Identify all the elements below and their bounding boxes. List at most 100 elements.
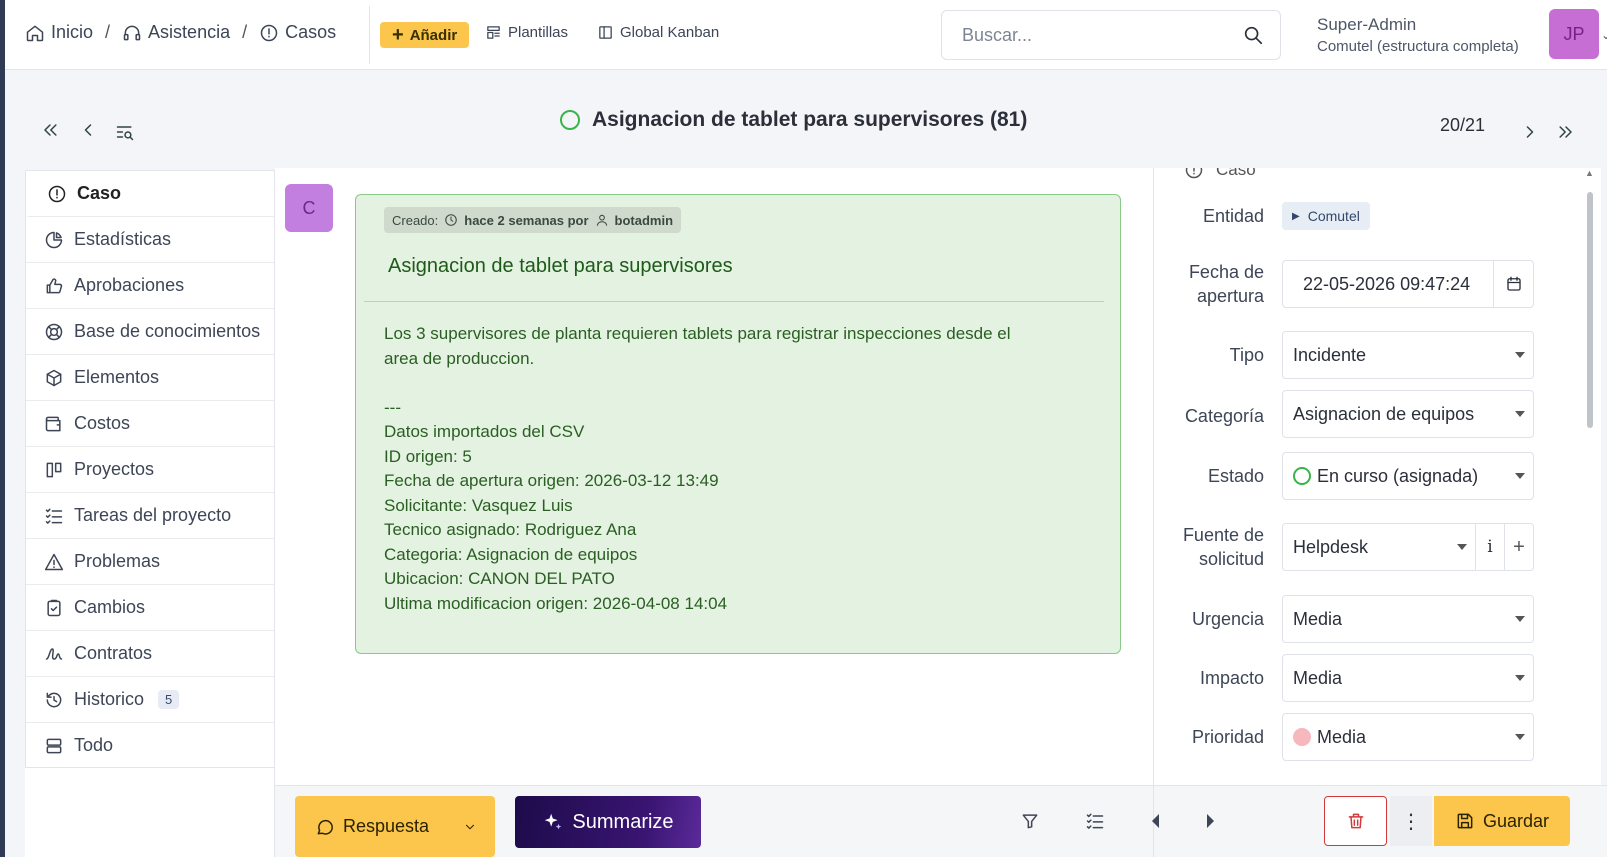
kanban-icon [599, 26, 612, 39]
columns-icon [46, 462, 62, 477]
form-scrollbar[interactable]: ▲ [1579, 168, 1601, 785]
avatar[interactable]: JP [1549, 9, 1599, 59]
source-add-button[interactable]: + [1504, 523, 1534, 571]
tab-label: Todo [74, 735, 114, 755]
history-icon [46, 692, 62, 707]
next-icon[interactable] [1205, 812, 1217, 830]
save-button[interactable]: Guardar [1434, 796, 1570, 846]
form-section-header[interactable]: Caso [1184, 168, 1256, 180]
pager-count: 20/21 [1440, 115, 1486, 135]
author-avatar: C [285, 184, 333, 232]
back-icon[interactable] [78, 120, 98, 140]
search-icon[interactable] [1242, 24, 1264, 46]
chevron-down-icon[interactable]: ⌄ [1601, 28, 1607, 42]
category-value: Asignacion de equipos [1293, 403, 1475, 424]
type-select[interactable]: Incidente [1282, 331, 1534, 379]
previous-icon[interactable] [1149, 812, 1161, 830]
divider [364, 301, 1104, 302]
breadcrumb-separator: / [242, 22, 248, 42]
open-date-field[interactable]: 22-05-2026 09:47:24 [1282, 260, 1534, 308]
tab-knowledge-base[interactable]: Base de conocimientos [26, 309, 274, 355]
top-bar: Inicio / Asistencia / Casos + Añadir Pla… [5, 0, 1607, 70]
checklist-icon[interactable] [1085, 811, 1105, 831]
scroll-up-icon[interactable]: ▲ [1585, 168, 1594, 178]
global-kanban-link[interactable]: Global Kanban [597, 24, 719, 41]
tab-approvals[interactable]: Aprobaciones [26, 263, 274, 309]
calendar-icon [1506, 276, 1521, 291]
add-button[interactable]: + Añadir [380, 22, 470, 48]
chevron-down-icon[interactable] [463, 820, 477, 834]
alert-circle-icon [1185, 168, 1203, 179]
category-select[interactable]: Asignacion de equipos [1282, 390, 1534, 438]
first-page-icon[interactable] [40, 120, 60, 140]
calendar-button[interactable] [1493, 261, 1533, 307]
delete-button[interactable] [1324, 796, 1387, 846]
tab-label: Caso [77, 183, 122, 203]
tab-problems[interactable]: Problemas [26, 539, 274, 585]
reply-label: Respuesta [343, 816, 430, 836]
tab-case[interactable]: Caso [26, 171, 274, 217]
breadcrumb-cases[interactable]: Casos [259, 22, 336, 43]
search-input[interactable] [962, 24, 1242, 46]
chevron-down-icon [1515, 675, 1525, 681]
home-icon [26, 25, 44, 41]
save-icon [1457, 813, 1473, 829]
caret-right-icon: ▶ [1292, 210, 1300, 222]
type-value: Incidente [1293, 344, 1367, 365]
user-menu[interactable]: Super-Admin Comutel (estructura completa… [1317, 14, 1519, 58]
created-meta: Creado: hace 2 semanas por botadmin [384, 207, 682, 233]
checklist-icon [45, 508, 63, 524]
tab-history[interactable]: Historico 5 [26, 677, 274, 723]
tab-costs[interactable]: Costos [26, 401, 274, 447]
description-title: Asignacion de tablet para supervisores [388, 255, 733, 277]
tab-projects[interactable]: Proyectos [26, 447, 274, 493]
status-open-icon [560, 110, 580, 130]
more-options-button[interactable]: ⋮ [1390, 796, 1432, 846]
chevron-down-icon [1515, 411, 1525, 417]
category-label: Categoría [1184, 406, 1264, 426]
timeline: C Creado: hace 2 semanas por botadmin As… [275, 168, 1153, 785]
source-select[interactable]: Helpdesk [1282, 523, 1476, 571]
form-section-label: Caso [1216, 168, 1256, 179]
next-icon[interactable] [1520, 122, 1540, 142]
status-select[interactable]: En curso (asignada) [1282, 452, 1534, 500]
tab-label: Cambios [74, 597, 146, 617]
page-title: Asignacion de tablet para supervisores (… [560, 108, 1027, 132]
reply-button[interactable]: Respuesta [295, 796, 495, 857]
bottom-action-bar: Respuesta Summarize ⋮ Guardar [275, 785, 1607, 857]
clock-icon [445, 214, 458, 226]
entity-value: Comutel [1307, 208, 1360, 224]
chevron-down-icon [1515, 352, 1525, 358]
urgency-select[interactable]: Media [1282, 595, 1534, 643]
open-date-label: Fecha de apertura [1188, 262, 1264, 306]
kebab-menu-icon: ⋮ [1401, 810, 1421, 833]
tab-all[interactable]: Todo [26, 723, 274, 769]
breadcrumb-assistance[interactable]: Asistencia [122, 22, 230, 43]
created-by[interactable]: botadmin [615, 213, 674, 228]
tab-project-tasks[interactable]: Tareas del proyecto [26, 493, 274, 539]
tab-elements[interactable]: Elementos [26, 355, 274, 401]
tab-changes[interactable]: Cambios [26, 585, 274, 631]
breadcrumb-home[interactable]: Inicio [25, 22, 93, 43]
summarize-label: Summarize [572, 810, 674, 833]
templates-link[interactable]: Plantillas [485, 24, 568, 41]
templates-label: Plantillas [508, 24, 569, 41]
plus-icon: + [392, 24, 404, 46]
wallet-icon [45, 416, 61, 431]
entity-link[interactable]: ▶ Comutel [1282, 202, 1370, 230]
filter-icon[interactable] [1020, 811, 1040, 831]
breadcrumb-label: Inicio [51, 22, 94, 42]
tab-label: Problemas [74, 551, 161, 571]
signature-icon [45, 647, 63, 660]
priority-select[interactable]: Media [1282, 713, 1534, 761]
source-info-button[interactable]: i [1475, 523, 1505, 571]
impact-select[interactable]: Media [1282, 654, 1534, 702]
summarize-button[interactable]: Summarize [515, 796, 701, 848]
created-label: Creado: [392, 212, 439, 228]
tab-contracts[interactable]: Contratos [26, 631, 274, 677]
last-page-icon[interactable] [1556, 122, 1576, 142]
source-value: Helpdesk [1293, 536, 1369, 557]
list-search-icon[interactable] [115, 122, 135, 142]
scrollbar-thumb[interactable] [1587, 192, 1593, 428]
tab-statistics[interactable]: Estadísticas [26, 217, 274, 263]
